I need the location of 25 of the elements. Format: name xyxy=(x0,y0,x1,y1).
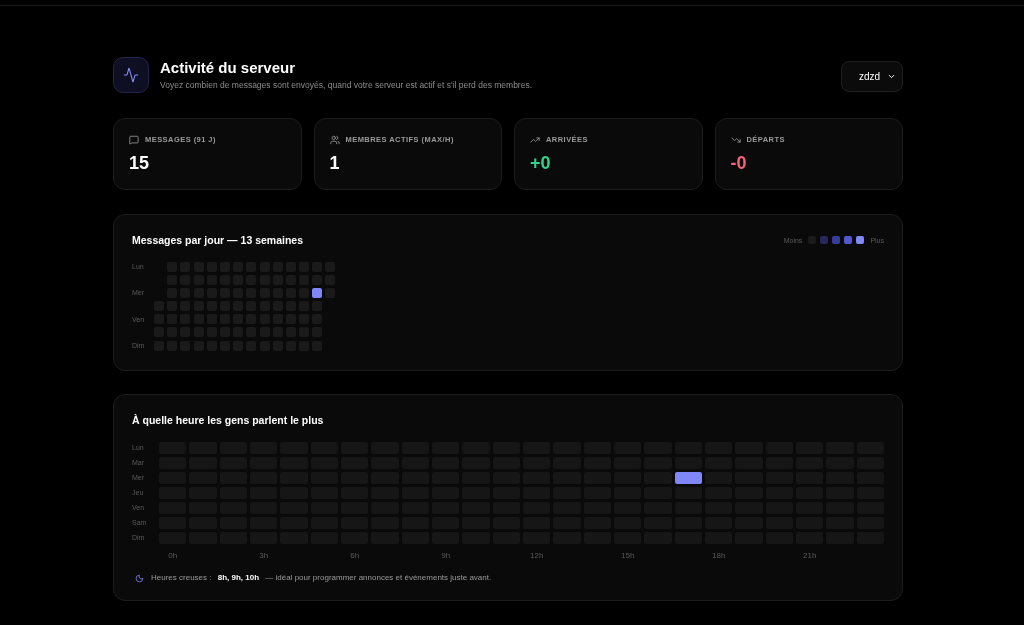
server-select[interactable]: zdzd xyxy=(841,61,903,92)
chat-bubble-icon xyxy=(129,135,139,145)
stat-value: -0 xyxy=(730,154,747,172)
card-title: À quelle heure les gens parlent le plus xyxy=(132,415,324,426)
hour-label: 3h xyxy=(259,551,269,560)
off-peak-note: Heures creuses : 8h, 9h, 10h — idéal pour programmer annonces et événements juste avant. xyxy=(151,574,492,582)
card-title: Messages par jour — 13 semaines xyxy=(132,235,303,246)
hour-label: 12h xyxy=(530,551,544,560)
stat-value: +0 xyxy=(530,154,551,172)
hour-label: 21h xyxy=(803,551,817,560)
trend-up-icon xyxy=(530,135,540,145)
chevron-down-icon xyxy=(887,72,896,81)
pulse-icon xyxy=(113,57,149,93)
page-subtitle: Voyez combien de messages sont envoyés, quand votre serveur est actif et s'il perd des membres. xyxy=(160,81,533,90)
hour-label: 15h xyxy=(621,551,635,560)
hour-label: 6h xyxy=(350,551,360,560)
stat-value: 15 xyxy=(129,154,150,172)
hour-label: 9h xyxy=(441,551,451,560)
page-title: Activité du serveur xyxy=(160,60,296,76)
users-icon xyxy=(329,135,340,145)
trend-down-icon xyxy=(730,135,741,145)
hour-label: 0h xyxy=(168,551,178,560)
stat-value: 1 xyxy=(329,154,340,172)
moon-icon xyxy=(135,573,144,583)
hour-label: 18h xyxy=(712,551,726,560)
